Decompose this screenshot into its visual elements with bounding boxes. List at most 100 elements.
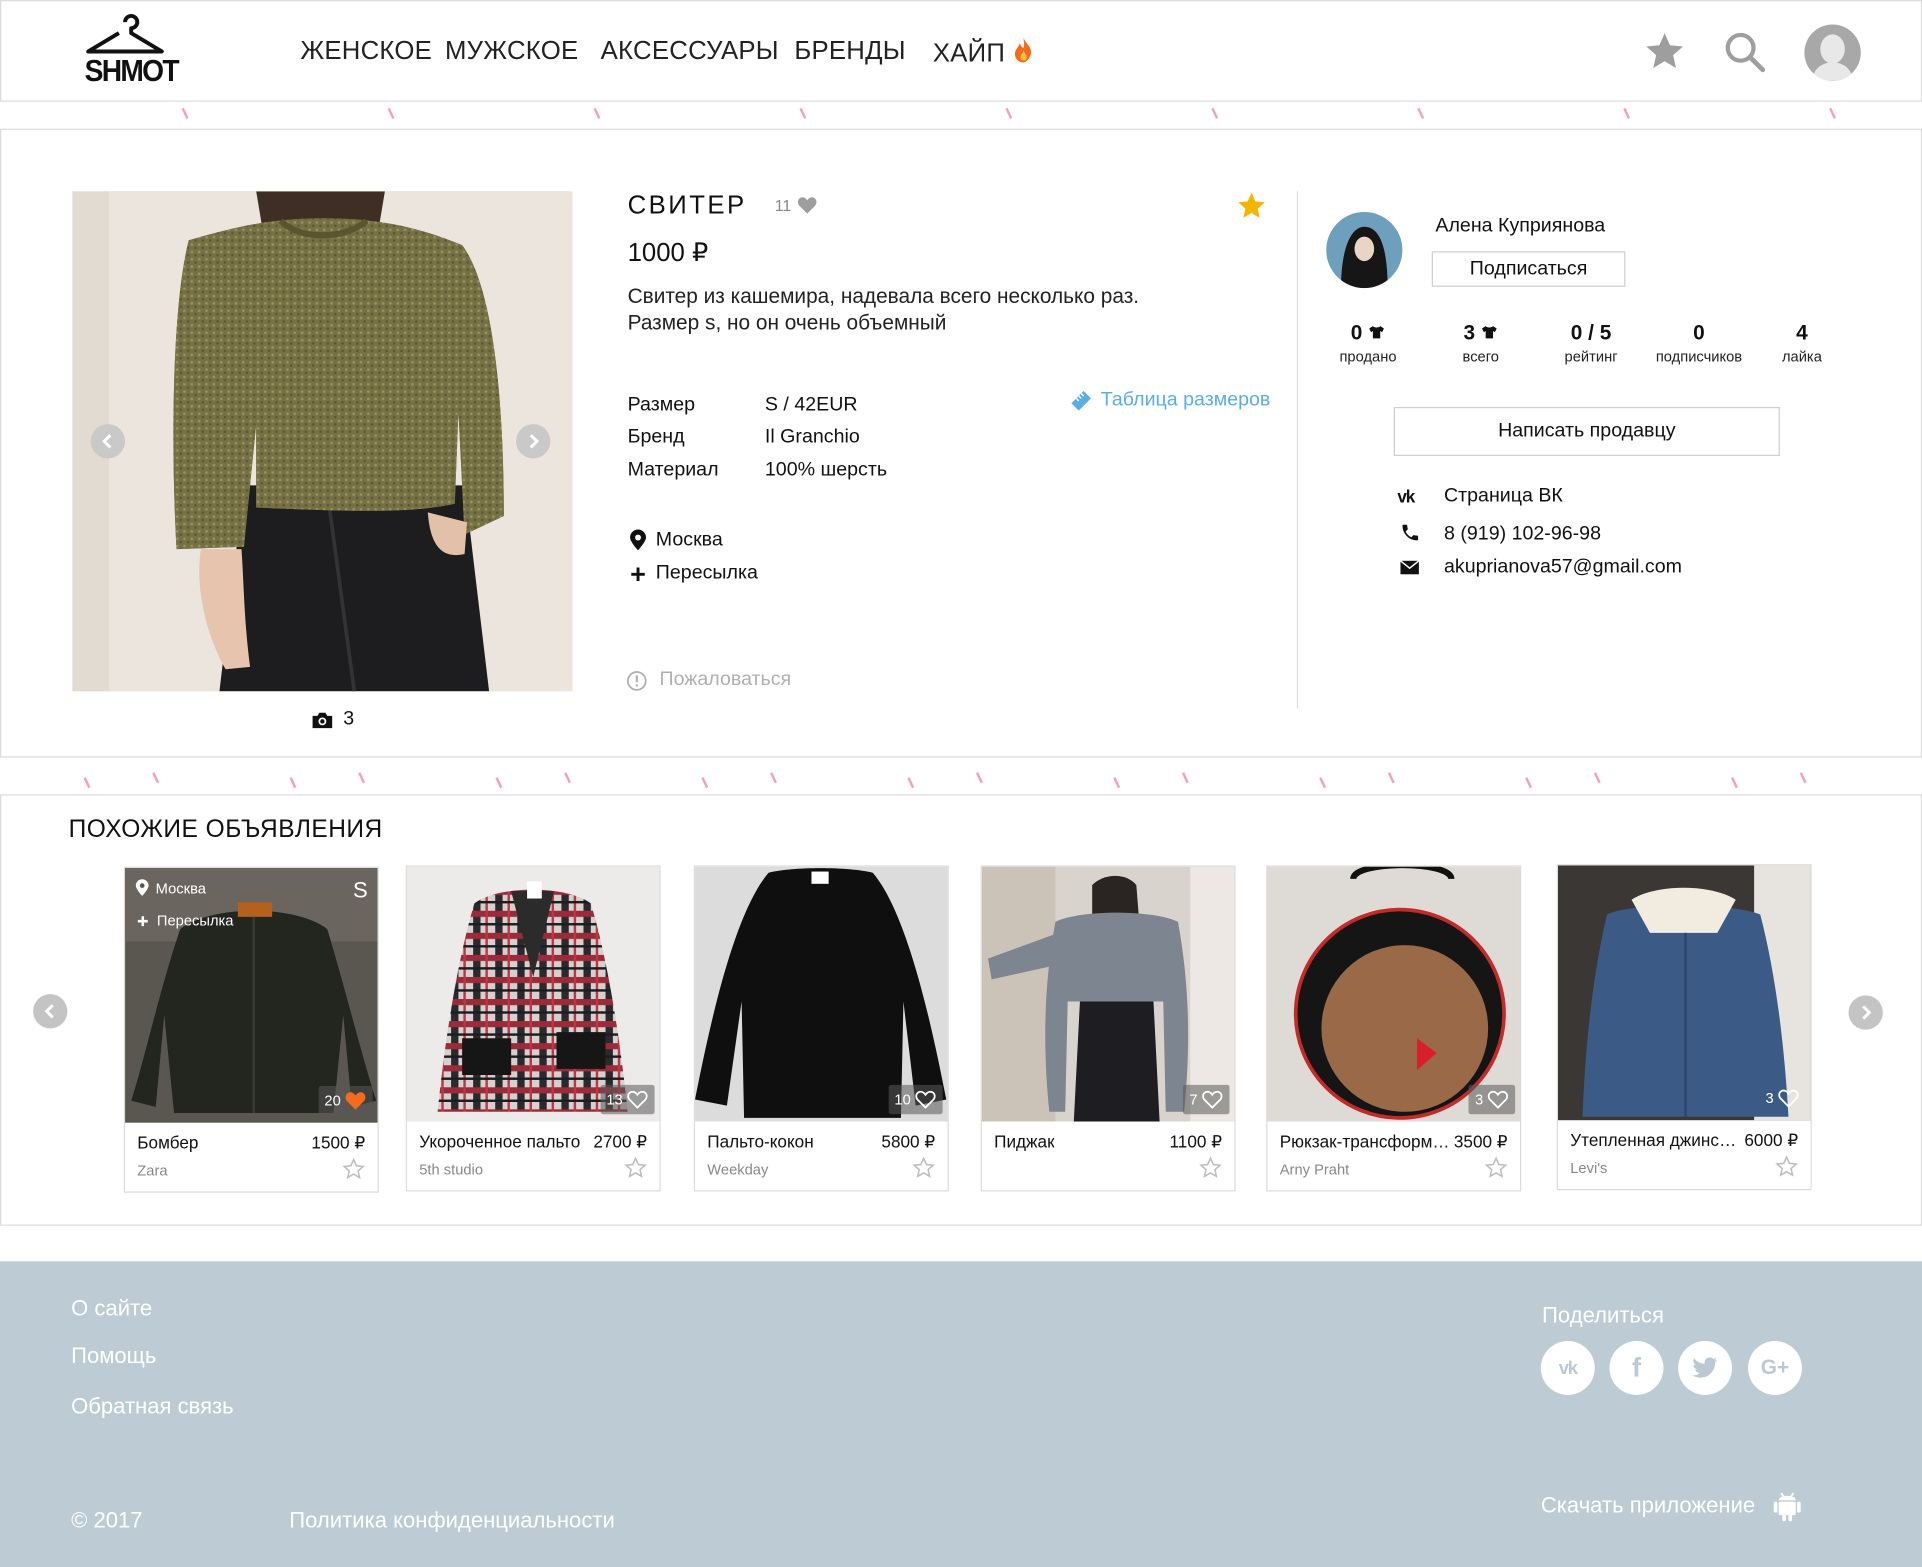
nav-accessories[interactable]: АКСЕССУАРЫ (601, 37, 779, 66)
card-brand: 5th studio (419, 1160, 484, 1178)
product-likes[interactable]: 11 (774, 196, 817, 215)
footer-help-link[interactable]: Помощь (71, 1343, 156, 1369)
logo-text: SHMOT (84, 53, 180, 89)
favorites-star-icon[interactable] (1643, 29, 1687, 73)
decorative-strip (0, 770, 1922, 797)
nav-brands[interactable]: БРЕНДЫ (794, 37, 906, 66)
profile-avatar-icon[interactable] (1804, 24, 1861, 81)
listing-card[interactable]: Москва Пересылка S 20 Бомбер 1500 ₽ Zara (123, 866, 379, 1193)
share-vk-icon[interactable]: vk (1540, 1341, 1595, 1395)
nav-men[interactable]: МУЖСКОЕ (445, 37, 578, 66)
card-price: 1500 ₽ (311, 1132, 366, 1153)
card-price: 3500 ₽ (1453, 1131, 1508, 1152)
card-size: S (353, 877, 368, 903)
listing-photo (695, 866, 948, 1122)
stat-total-value: 3 (1426, 321, 1536, 346)
size-table-label: Таблица размеров (1100, 389, 1271, 411)
card-title: Рюкзак-трансформер (1279, 1131, 1452, 1152)
share-label: Поделиться (1542, 1303, 1664, 1328)
subscribe-button[interactable]: Подписаться (1431, 251, 1626, 287)
share-twitter-icon[interactable] (1678, 1341, 1733, 1395)
similar-heading: ПОХОЖИЕ ОБЪЯВЛЕНИЯ (68, 816, 383, 844)
card-price: 6000 ₽ (1744, 1130, 1799, 1150)
attr-material-value: 100% шерсть (764, 459, 888, 481)
star-outline-icon[interactable] (1199, 1156, 1222, 1179)
stat-total-label: всего (1462, 348, 1499, 366)
listing-photo (1267, 866, 1520, 1122)
card-likes[interactable]: 3 (1759, 1084, 1805, 1113)
size-table-link[interactable]: Таблица размеров (1069, 389, 1270, 414)
seller-name[interactable]: Алена Куприянова (1435, 216, 1605, 238)
listing-card[interactable]: 3 Рюкзак-трансформер 3500 ₽ Arny Praht (1266, 865, 1522, 1192)
chevron-right-icon (1862, 1005, 1872, 1020)
location-pin-icon (630, 529, 646, 551)
card-title: Пиджак (994, 1131, 1055, 1152)
ruler-icon (1071, 391, 1091, 411)
seller-vk-link[interactable]: Страница ВК (1444, 485, 1563, 507)
photo-next-button[interactable] (516, 424, 551, 459)
favorite-star-icon[interactable] (1236, 190, 1268, 222)
card-price: 1100 ₽ (1169, 1131, 1223, 1152)
listing-photo (981, 866, 1235, 1122)
phone-icon (1402, 524, 1419, 541)
listing-card[interactable]: 10 Пальто-кокон 5800 ₽ Weekday (693, 865, 949, 1192)
card-brand: Arny Praht (1279, 1160, 1350, 1178)
card-title: Бомбер (137, 1132, 199, 1153)
share-google-plus-icon[interactable]: G+ (1747, 1341, 1802, 1395)
product-location: Москва (629, 529, 723, 552)
share-facebook-icon[interactable]: f (1609, 1341, 1664, 1395)
attr-size-value: S / 42EUR (764, 394, 858, 416)
chevron-left-icon (102, 434, 112, 449)
card-location: Москва (135, 879, 206, 897)
product-likes-count: 11 (774, 196, 792, 215)
card-price: 2700 ₽ (593, 1131, 648, 1152)
message-seller-label: Написать продавцу (1498, 420, 1676, 442)
photo-count[interactable]: 3 (311, 709, 354, 731)
message-seller-button[interactable]: Написать продавцу (1393, 406, 1780, 456)
search-icon[interactable] (1722, 29, 1766, 73)
product-photo[interactable] (72, 191, 573, 692)
heart-icon (797, 197, 816, 214)
star-outline-icon[interactable] (342, 1157, 365, 1180)
nav-hype[interactable]: ХАЙП (933, 37, 1035, 69)
star-outline-icon[interactable] (912, 1156, 935, 1179)
report-label: Пожаловаться (659, 669, 792, 691)
card-shipping: Пересылка (136, 912, 233, 929)
listing-card[interactable]: 3 Утепленная джинсовка 6000 ₽ Levi's (1556, 864, 1812, 1191)
footer-about-link[interactable]: О сайте (71, 1296, 152, 1322)
download-app-link[interactable]: Скачать приложение (1541, 1488, 1802, 1522)
seller-avatar[interactable] (1326, 212, 1403, 289)
footer-privacy-link[interactable]: Политика конфиденциальности (289, 1508, 615, 1534)
star-outline-icon[interactable] (1484, 1156, 1508, 1179)
logo[interactable]: SHMOT (81, 12, 180, 90)
vk-icon: vk (1397, 486, 1415, 507)
listing-card[interactable]: 7 Пиджак 1100 ₽ (980, 865, 1236, 1192)
product-location-text: Москва (655, 529, 723, 551)
card-brand: Weekday (707, 1160, 769, 1178)
listing-card[interactable]: 13 Укороченное пальто 2700 ₽ 5th studio (405, 865, 661, 1192)
attr-material-key: Материал (627, 459, 719, 481)
card-likes[interactable]: 10 (888, 1084, 943, 1115)
listing-photo (1557, 865, 1811, 1121)
seller-phone[interactable]: 8 (919) 102-96-98 (1444, 523, 1601, 545)
alert-circle-icon (626, 670, 647, 691)
star-outline-icon[interactable] (624, 1156, 647, 1179)
card-likes[interactable]: 20 (318, 1086, 373, 1116)
card-title: Пальто-кокон (707, 1131, 814, 1152)
similar-next-button[interactable] (1848, 995, 1883, 1030)
seller-email[interactable]: akuprianova57@gmail.com (1444, 557, 1682, 579)
subscribe-label: Подписаться (1469, 258, 1588, 279)
plus-icon (137, 915, 148, 926)
footer-feedback-link[interactable]: Обратная связь (71, 1394, 234, 1420)
card-likes[interactable]: 3 (1468, 1084, 1516, 1115)
decorative-strip (0, 103, 1922, 130)
star-outline-icon[interactable] (1775, 1155, 1798, 1178)
card-likes[interactable]: 13 (600, 1084, 655, 1115)
report-link[interactable]: Пожаловаться (626, 669, 791, 691)
similar-prev-button[interactable] (33, 994, 68, 1029)
card-title: Утепленная джинсовка (1570, 1130, 1742, 1150)
photo-prev-button[interactable] (90, 424, 126, 459)
card-likes[interactable]: 7 (1183, 1084, 1230, 1115)
nav-women[interactable]: ЖЕНСКОЕ (300, 37, 432, 66)
heart-outline-icon (1202, 1090, 1223, 1109)
